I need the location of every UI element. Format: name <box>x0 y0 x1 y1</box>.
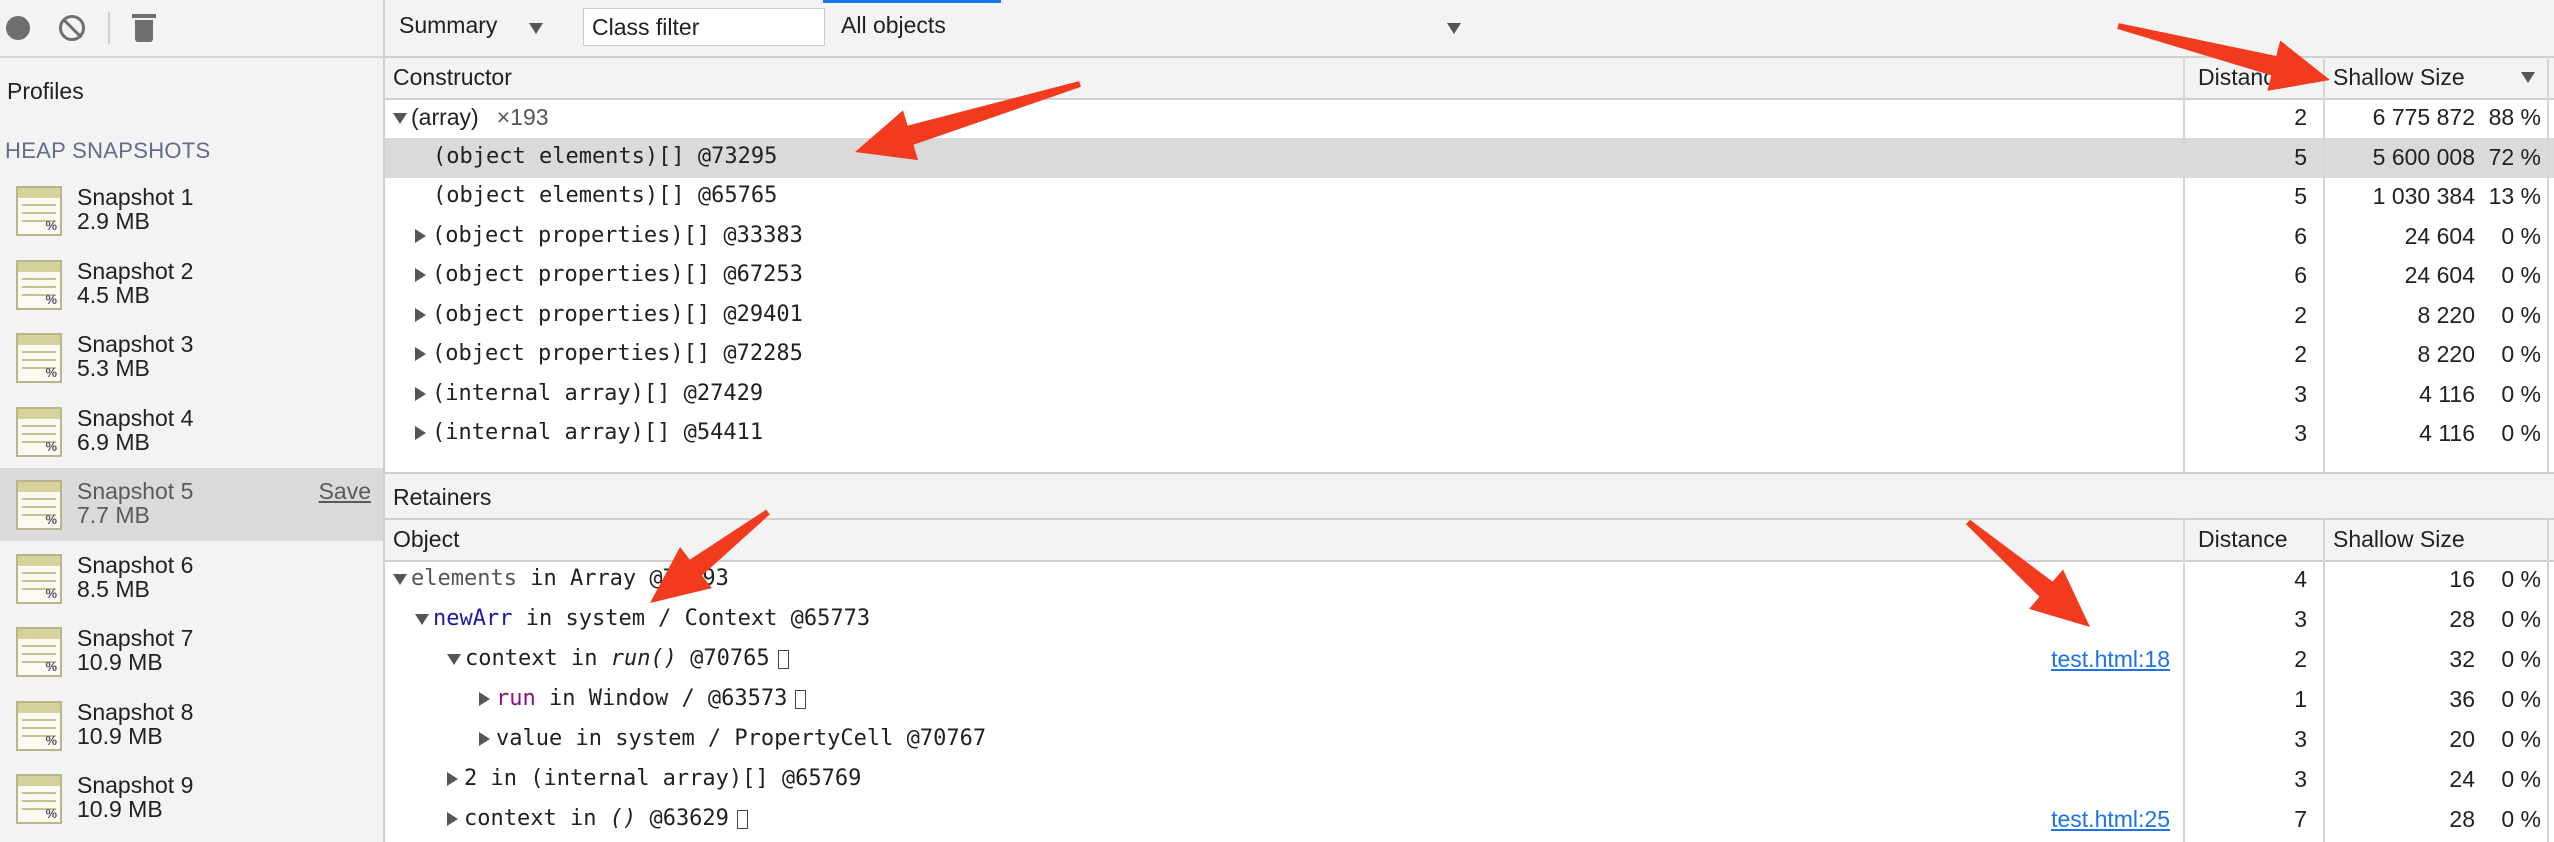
annotation-arrows <box>650 23 2330 627</box>
annotation-arrow-retainer <box>650 509 770 603</box>
annotation-arrow-selected-row <box>855 81 1081 161</box>
annotation-arrow-source-link <box>1966 519 2090 627</box>
annotation-arrow-shallow-size <box>2117 23 2330 91</box>
